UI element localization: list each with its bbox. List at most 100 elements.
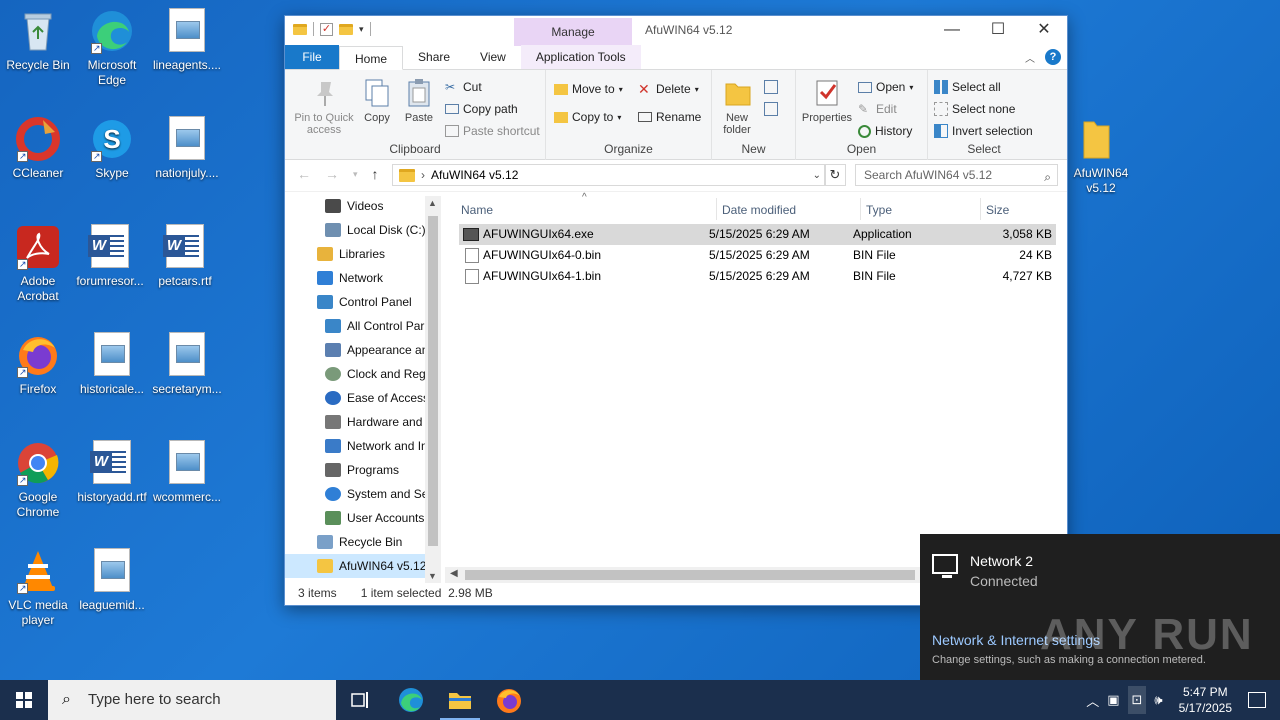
desktop-icon-leaguemid[interactable]: leaguemid... (74, 548, 150, 613)
column-header-name[interactable]: Name (461, 203, 493, 217)
file-explorer-taskbar-icon[interactable] (446, 686, 474, 714)
up-arrow-icon[interactable]: ↑ (372, 166, 379, 182)
nav-item-libraries[interactable]: Libraries (285, 242, 441, 266)
nav-item-control-panel[interactable]: Control Panel (285, 290, 441, 314)
title-bar[interactable]: ✓ ▾ Manage AfuWIN64 v5.12 — ☐ ✕ (285, 16, 1067, 46)
rename-button[interactable]: Rename (638, 110, 701, 124)
paste-shortcut-button[interactable]: Paste shortcut (445, 124, 540, 138)
nav-item-ease-of-access[interactable]: Ease of Access (285, 386, 441, 410)
properties-icon[interactable]: ✓ (320, 22, 333, 36)
desktop-icon-secretarym[interactable]: secretarym... (149, 332, 225, 397)
desktop-icon-forumresor[interactable]: W forumresor... (72, 224, 148, 289)
move-to-button[interactable]: Move to ▾ (554, 82, 623, 96)
desktop-icon-historicale[interactable]: historicale... (74, 332, 150, 397)
tab-file[interactable]: File (285, 45, 339, 69)
maximize-button[interactable]: ☐ (975, 16, 1021, 46)
minimize-button[interactable]: — (929, 16, 975, 46)
qat-dropdown-icon[interactable]: ▾ (359, 24, 364, 35)
desktop-icon-edge[interactable]: Microsoft Edge (74, 8, 150, 88)
copy-path-button[interactable]: Copy path (445, 102, 518, 116)
copy-to-button[interactable]: Copy to ▾ (554, 110, 621, 124)
nav-pane-scrollbar[interactable]: ▲ ▼ (425, 196, 441, 583)
column-header-type[interactable]: Type (866, 203, 892, 217)
new-item-icon[interactable] (764, 80, 778, 94)
desktop-icon-nationjuly[interactable]: nationjuly.... (149, 116, 225, 181)
cut-button[interactable]: ✂ Cut (445, 80, 482, 94)
nav-item-programs[interactable]: Programs (285, 458, 441, 482)
table-row[interactable]: AFUWINGUIx64-1.bin 5/15/2025 6:29 AM BIN… (459, 266, 1056, 287)
scroll-left-icon[interactable]: ◀ (450, 568, 458, 579)
nav-item-hardware[interactable]: Hardware and (285, 410, 441, 434)
table-row[interactable]: AFUWINGUIx64.exe 5/15/2025 6:29 AM Appli… (459, 224, 1056, 245)
invert-selection-button[interactable]: Invert selection (934, 124, 1033, 138)
delete-button[interactable]: ✕ Delete ▾ (638, 82, 699, 96)
history-button[interactable]: History (858, 124, 912, 138)
task-view-icon[interactable] (346, 686, 374, 714)
volume-icon[interactable]: 🕪 (1154, 692, 1162, 708)
paste-button[interactable]: Paste (401, 78, 437, 124)
open-button[interactable]: Open ▾ (858, 80, 913, 94)
select-all-button[interactable]: Select all (934, 80, 1001, 94)
firefox-taskbar-icon[interactable] (495, 686, 523, 714)
nav-item-user-accounts[interactable]: User Accounts (285, 506, 441, 530)
new-folder-button[interactable]: New folder (716, 78, 758, 136)
column-header-size[interactable]: Size (986, 203, 1009, 217)
navigation-pane[interactable]: Videos Local Disk (C:) Libraries Network… (285, 194, 441, 582)
desktop-icon-historyadd[interactable]: W historyadd.rtf (74, 440, 150, 505)
nav-item-network-internet[interactable]: Network and In (285, 434, 441, 458)
collapse-ribbon-icon[interactable]: ︿ (1025, 50, 1035, 65)
notification-center-icon[interactable] (1248, 692, 1266, 708)
nav-item-system-security[interactable]: System and Sec (285, 482, 441, 506)
edge-taskbar-icon[interactable] (397, 686, 425, 714)
refresh-icon[interactable]: ↻ (824, 164, 846, 186)
pin-to-quick-access-button[interactable]: Pin to Quick access (291, 78, 357, 136)
copy-button[interactable]: Copy (359, 78, 395, 124)
recent-locations-icon[interactable]: ▾ (353, 166, 358, 182)
desktop-icon-acrobat[interactable]: Adobe Acrobat (0, 224, 76, 304)
search-input[interactable]: Search AfuWIN64 v5.12 ⌕ (855, 164, 1058, 186)
network-name[interactable]: Network 2 (970, 553, 1033, 569)
breadcrumb-separator-icon[interactable]: › (421, 168, 425, 182)
tab-home[interactable]: Home (339, 46, 404, 70)
desktop-icon-chrome[interactable]: Google Chrome (0, 440, 76, 520)
desktop-icon-lineagents[interactable]: lineagents.... (149, 8, 225, 73)
nav-item-afuwin64[interactable]: AfuWIN64 v5.12 (285, 554, 441, 578)
table-row[interactable]: AFUWINGUIx64-0.bin 5/15/2025 6:29 AM BIN… (459, 245, 1056, 266)
tab-application-tools[interactable]: Application Tools (520, 45, 641, 69)
explorer-window[interactable]: ✓ ▾ Manage AfuWIN64 v5.12 — ☐ ✕ File Hom… (284, 15, 1068, 606)
desktop-icon-vlc[interactable]: VLC media player (0, 548, 76, 628)
address-path[interactable]: AfuWIN64 v5.12 (431, 168, 518, 182)
nav-item-all-control-panel[interactable]: All Control Par (285, 314, 441, 338)
close-button[interactable]: ✕ (1021, 16, 1067, 46)
desktop-icon-skype[interactable]: S Skype (74, 116, 150, 181)
column-header-date[interactable]: Date modified (722, 203, 796, 217)
nav-item-appearance[interactable]: Appearance an (285, 338, 441, 362)
start-button[interactable] (0, 680, 48, 720)
desktop-icon-firefox[interactable]: Firefox (0, 332, 76, 397)
edit-button[interactable]: ✎ Edit (858, 102, 897, 116)
device-icon[interactable]: ▣ (1107, 692, 1119, 708)
properties-button[interactable]: Properties (798, 78, 856, 124)
network-tray-icon[interactable]: ⊡ (1127, 686, 1147, 714)
scroll-up-icon[interactable]: ▲ (428, 198, 437, 208)
address-bar[interactable]: › AfuWIN64 v5.12 ⌄ (392, 164, 826, 186)
back-arrow-icon[interactable]: ← (297, 166, 311, 182)
nav-item-recycle-bin[interactable]: Recycle Bin (285, 530, 441, 554)
desktop-icon-recycle-bin[interactable]: Recycle Bin (0, 8, 76, 73)
tab-view[interactable]: View (465, 45, 521, 69)
address-dropdown-icon[interactable]: ⌄ (813, 170, 821, 181)
tab-manage[interactable]: Manage (514, 18, 632, 46)
show-hidden-icons-icon[interactable]: ︿ (1086, 691, 1099, 710)
nav-item-local-disk[interactable]: Local Disk (C:) (285, 218, 441, 242)
help-icon[interactable]: ? (1045, 49, 1061, 65)
easy-access-icon[interactable] (764, 102, 778, 116)
new-folder-icon[interactable] (339, 23, 353, 35)
clock[interactable]: 5:47 PM 5/17/2025 (1179, 684, 1232, 716)
desktop-icon-wcommerc[interactable]: wcommerc... (149, 440, 225, 505)
desktop-icon-petcars[interactable]: W petcars.rtf (147, 224, 223, 289)
desktop-icon-ccleaner[interactable]: CCleaner (0, 116, 76, 181)
nav-item-network[interactable]: Network (285, 266, 441, 290)
nav-item-clock-region[interactable]: Clock and Regi (285, 362, 441, 386)
nav-item-videos[interactable]: Videos (285, 194, 441, 218)
scroll-thumb[interactable] (465, 570, 915, 580)
